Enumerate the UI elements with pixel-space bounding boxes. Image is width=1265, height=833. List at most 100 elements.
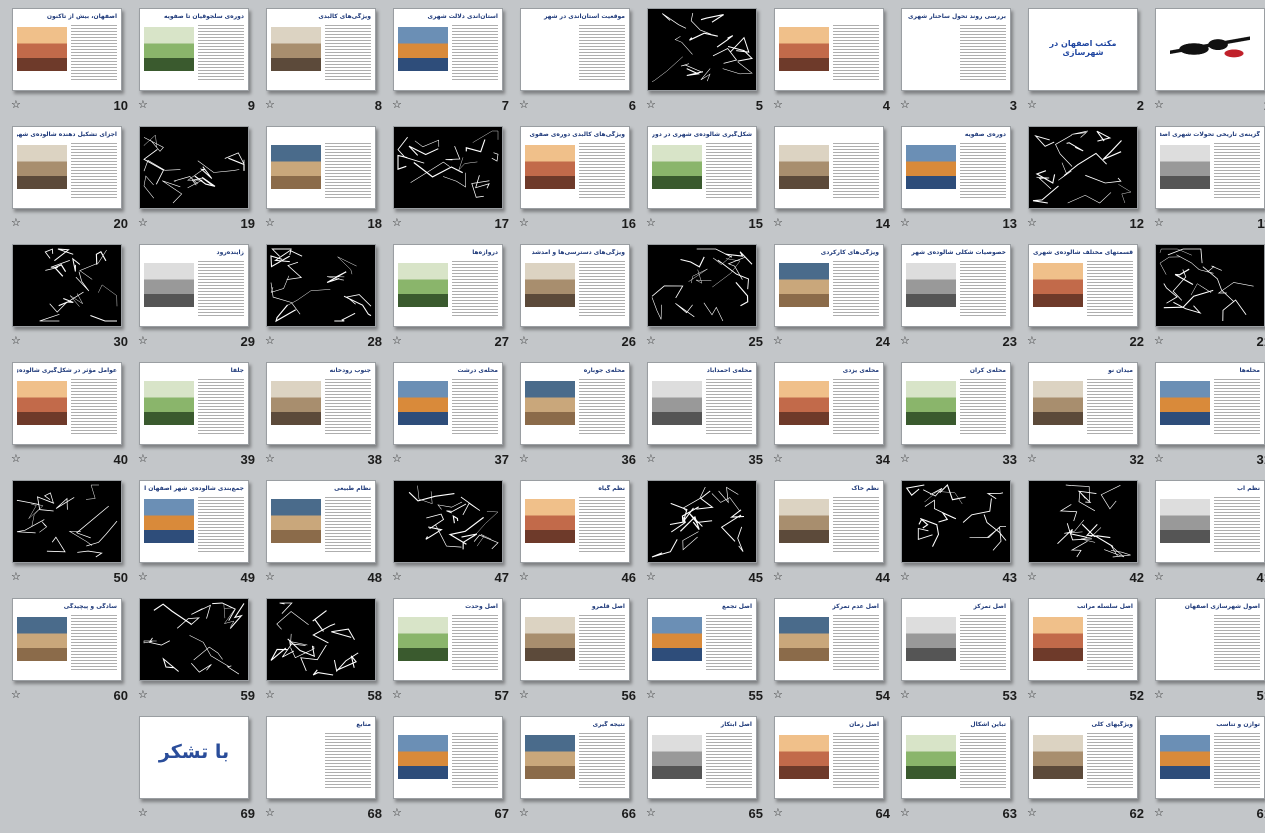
transition-star-icon[interactable]: ☆ [519,216,529,229]
slide-thumbnail[interactable]: ☆ 14 [769,118,896,236]
slide-thumbnail[interactable]: توازن و تناسب ☆ 61 [1150,708,1265,826]
slide-thumbnail[interactable]: عوامل مؤثر در شکل‌گیری شالوده‌ی شهری اصف… [7,354,134,472]
transition-star-icon[interactable]: ☆ [1027,98,1037,111]
slide-thumbnail[interactable]: استان‌اندی دلالت شهری ☆ 7 [388,0,515,118]
transition-star-icon[interactable]: ☆ [519,806,529,819]
slide-thumbnail[interactable]: جلفا ☆ 39 [134,354,261,472]
transition-star-icon[interactable]: ☆ [1154,452,1164,465]
slide-thumbnail[interactable]: نظام طبیعی ☆ 48 [261,472,388,590]
transition-star-icon[interactable]: ☆ [138,98,148,111]
transition-star-icon[interactable]: ☆ [11,98,21,111]
transition-star-icon[interactable]: ☆ [773,334,783,347]
transition-star-icon[interactable]: ☆ [646,806,656,819]
slide-thumbnail[interactable]: ویژگی‌های دسترسی‌ها و آمد‌شد ☆ 26 [515,236,642,354]
slide-thumbnail[interactable]: ☆ 28 [261,236,388,354]
slide-thumbnail[interactable]: نتیجه گیری ☆ 66 [515,708,642,826]
slide-thumbnail[interactable]: ☆ 12 [1023,118,1150,236]
slide-thumbnail[interactable]: اصل سلسله مراتب ☆ 52 [1023,590,1150,708]
slide-thumbnail[interactable]: اصفهان، بیش از تاکنون ☆ 10 [7,0,134,118]
transition-star-icon[interactable]: ☆ [773,570,783,583]
slide-thumbnail[interactable]: اصل عدم تمرکز ☆ 54 [769,590,896,708]
transition-star-icon[interactable]: ☆ [1027,452,1037,465]
slide-thumbnail[interactable]: ☆ 47 [388,472,515,590]
transition-star-icon[interactable]: ☆ [646,216,656,229]
transition-star-icon[interactable]: ☆ [900,570,910,583]
transition-star-icon[interactable]: ☆ [392,216,402,229]
transition-star-icon[interactable]: ☆ [265,334,275,347]
slide-thumbnail[interactable]: اصل تجمع ☆ 55 [642,590,769,708]
slide-thumbnail[interactable]: ☆ 42 [1023,472,1150,590]
slide-thumbnail[interactable]: نظم خاک ☆ 44 [769,472,896,590]
slide-thumbnail[interactable]: ☆ 18 [261,118,388,236]
slide-thumbnail[interactable]: محله‌ی کران ☆ 33 [896,354,1023,472]
transition-star-icon[interactable]: ☆ [773,806,783,819]
transition-star-icon[interactable]: ☆ [646,334,656,347]
slide-thumbnail[interactable]: ☆ 67 [388,708,515,826]
slide-thumbnail[interactable]: دوره‌ی سلجوقیان تا صفویه ☆ 9 [134,0,261,118]
slide-thumbnail[interactable]: ☆ 25 [642,236,769,354]
transition-star-icon[interactable]: ☆ [519,452,529,465]
transition-star-icon[interactable]: ☆ [1027,688,1037,701]
transition-star-icon[interactable]: ☆ [1027,334,1037,347]
slide-thumbnail[interactable]: ویژگی‌های کارکردی ☆ 24 [769,236,896,354]
transition-star-icon[interactable]: ☆ [265,216,275,229]
slide-thumbnail[interactable]: ☆ 43 [896,472,1023,590]
transition-star-icon[interactable]: ☆ [392,334,402,347]
transition-star-icon[interactable]: ☆ [900,452,910,465]
transition-star-icon[interactable]: ☆ [519,334,529,347]
slide-thumbnail[interactable]: اصل زمان ☆ 64 [769,708,896,826]
slide-thumbnail[interactable]: محله‌ی درشت ☆ 37 [388,354,515,472]
slide-thumbnail[interactable]: ☆ 4 [769,0,896,118]
slide-thumbnail[interactable]: جنوب رودخانه ☆ 38 [261,354,388,472]
transition-star-icon[interactable]: ☆ [900,334,910,347]
slide-thumbnail[interactable]: اصل قلمرو ☆ 56 [515,590,642,708]
transition-star-icon[interactable]: ☆ [773,98,783,111]
transition-star-icon[interactable]: ☆ [138,570,148,583]
transition-star-icon[interactable]: ☆ [900,98,910,111]
transition-star-icon[interactable]: ☆ [646,452,656,465]
transition-star-icon[interactable]: ☆ [1154,216,1164,229]
transition-star-icon[interactable]: ☆ [900,806,910,819]
transition-star-icon[interactable]: ☆ [265,688,275,701]
slide-thumbnail[interactable]: نظم آب ☆ 41 [1150,472,1265,590]
slide-thumbnail[interactable]: محله‌ها ☆ 31 [1150,354,1265,472]
slide-thumbnail[interactable]: قسمتهای مختلف شالوده‌ی شهری اصفهان ☆ 22 [1023,236,1150,354]
slide-thumbnail[interactable]: اصل ابتکار ☆ 65 [642,708,769,826]
transition-star-icon[interactable]: ☆ [900,216,910,229]
transition-star-icon[interactable]: ☆ [392,452,402,465]
transition-star-icon[interactable]: ☆ [519,98,529,111]
transition-star-icon[interactable]: ☆ [1154,98,1164,111]
transition-star-icon[interactable]: ☆ [392,688,402,701]
transition-star-icon[interactable]: ☆ [1154,570,1164,583]
transition-star-icon[interactable]: ☆ [265,452,275,465]
transition-star-icon[interactable]: ☆ [646,98,656,111]
transition-star-icon[interactable]: ☆ [1027,806,1037,819]
transition-star-icon[interactable]: ☆ [265,570,275,583]
slide-thumbnail[interactable]: ☆ 21 [1150,236,1265,354]
slide-thumbnail[interactable]: تباین اشکال ☆ 63 [896,708,1023,826]
slide-thumbnail[interactable]: ☆ 5 [642,0,769,118]
slide-thumbnail[interactable]: اجزای تشکیل دهنده شالوده‌ی شهری ☆ 20 [7,118,134,236]
transition-star-icon[interactable]: ☆ [138,806,148,819]
slide-thumbnail[interactable]: اصل وحدت ☆ 57 [388,590,515,708]
slide-thumbnail[interactable]: ویژگی‌های کالبدی ☆ 8 [261,0,388,118]
transition-star-icon[interactable]: ☆ [773,452,783,465]
slide-thumbnail[interactable]: ☆ 30 [7,236,134,354]
transition-star-icon[interactable]: ☆ [392,570,402,583]
transition-star-icon[interactable]: ☆ [773,216,783,229]
slide-thumbnail[interactable]: سادگی و پیچیدگی ☆ 60 [7,590,134,708]
slide-thumbnail[interactable]: خصوصیات شکلی شالوده‌ی شهر ☆ 23 [896,236,1023,354]
transition-star-icon[interactable]: ☆ [265,98,275,111]
slide-thumbnail[interactable]: شکل‌گیری شالوده‌ی شهری در دوران صفویه ☆ 15 [642,118,769,236]
transition-star-icon[interactable]: ☆ [519,688,529,701]
transition-star-icon[interactable]: ☆ [11,570,21,583]
slide-thumbnail[interactable]: گزینه‌ی تاریخی تحولات شهری اصفهان ☆ 11 [1150,118,1265,236]
transition-star-icon[interactable]: ☆ [138,216,148,229]
slide-thumbnail[interactable]: محله‌ی جوباره ☆ 36 [515,354,642,472]
slide-thumbnail[interactable]: ویژگیهای کلی ☆ 62 [1023,708,1150,826]
transition-star-icon[interactable]: ☆ [392,98,402,111]
slide-thumbnail[interactable]: اصل تمرکز ☆ 53 [896,590,1023,708]
slide-thumbnail[interactable]: زاینده‌رود ☆ 29 [134,236,261,354]
slide-thumbnail[interactable]: ☆ 45 [642,472,769,590]
slide-thumbnail[interactable]: بررسی روند تحول ساختار شهری اصفهان ☆ 3 [896,0,1023,118]
